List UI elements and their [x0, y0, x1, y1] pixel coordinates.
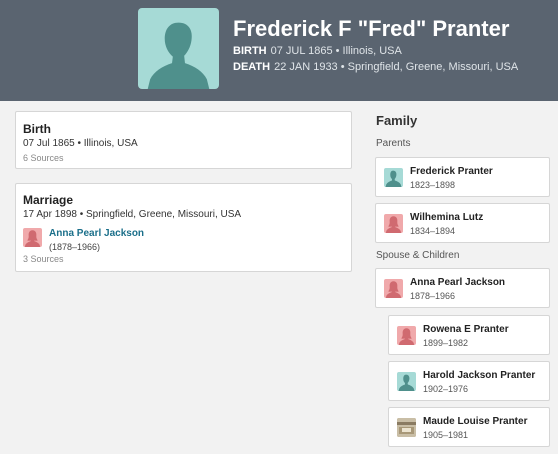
child-dates: 1899–1982	[423, 338, 469, 348]
parent-dates: 1834–1894	[410, 226, 456, 236]
header-death-value: 22 JAN 1933 • Springfield, Greene, Misso…	[274, 61, 519, 73]
header-birth-label: BIRTH	[233, 45, 267, 57]
marriage-title: Marriage	[23, 193, 74, 207]
marriage-spouse-link[interactable]: Anna Pearl Jackson	[49, 228, 144, 239]
male-silhouette-icon	[384, 168, 403, 187]
child-card-maude[interactable]: Maude Louise Pranter 1905–1981	[388, 407, 550, 447]
family-heading: Family	[376, 113, 418, 128]
photo-thumbnail-icon	[397, 418, 416, 437]
birth-sources[interactable]: 6 Sources	[23, 153, 64, 163]
parent-name: Wilhemina Lutz	[410, 212, 484, 223]
birth-card[interactable]: Birth 07 Jul 1865 • Illinois, USA 6 Sour…	[15, 111, 352, 169]
header-death-label: DEATH	[233, 61, 271, 73]
child-name: Maude Louise Pranter	[423, 416, 528, 427]
female-silhouette-icon	[397, 326, 416, 345]
spouse-children-heading: Spouse & Children	[376, 250, 460, 261]
parent-dates: 1823–1898	[410, 180, 456, 190]
birth-title: Birth	[23, 122, 51, 136]
marriage-card[interactable]: Marriage 17 Apr 1898 • Springfield, Gree…	[15, 183, 352, 272]
person-header: Frederick F "Fred" Pranter BIRTH 07 JUL 1…	[0, 0, 558, 101]
marriage-detail: 17 Apr 1898 • Springfield, Greene, Misso…	[23, 209, 242, 220]
child-dates: 1902–1976	[423, 384, 469, 394]
child-card-harold[interactable]: Harold Jackson Pranter 1902–1976	[388, 361, 550, 401]
female-silhouette-icon	[384, 279, 403, 298]
female-silhouette-icon[interactable]	[23, 228, 42, 247]
person-name: Frederick F "Fred" Pranter	[233, 16, 510, 41]
spouse-dates: 1878–1966	[410, 291, 456, 301]
parent-card-mother[interactable]: Wilhemina Lutz 1834–1894	[375, 203, 550, 243]
spouse-name: Anna Pearl Jackson	[410, 277, 506, 288]
spouse-card[interactable]: Anna Pearl Jackson 1878–1966	[375, 268, 550, 308]
female-silhouette-icon	[384, 214, 403, 233]
marriage-sources[interactable]: 3 Sources	[23, 254, 64, 264]
birth-detail: 07 Jul 1865 • Illinois, USA	[23, 138, 138, 149]
male-silhouette-icon	[397, 372, 416, 391]
male-silhouette-icon	[138, 8, 219, 89]
child-name: Harold Jackson Pranter	[423, 370, 536, 381]
parent-name: Frederick Pranter	[410, 166, 493, 177]
header-birth-value: 07 JUL 1865 • Illinois, USA	[270, 45, 402, 57]
header-birth: BIRTH 07 JUL 1865 • Illinois, USA	[233, 45, 402, 57]
child-dates: 1905–1981	[423, 430, 469, 440]
parents-heading: Parents	[376, 138, 411, 149]
parent-card-father[interactable]: Frederick Pranter 1823–1898	[375, 157, 550, 197]
child-card-rowena[interactable]: Rowena E Pranter 1899–1982	[388, 315, 550, 355]
child-name: Rowena E Pranter	[423, 324, 509, 335]
header-death: DEATH 22 JAN 1933 • Springfield, Greene, …	[233, 61, 518, 73]
marriage-spouse-dates: (1878–1966)	[49, 242, 101, 252]
